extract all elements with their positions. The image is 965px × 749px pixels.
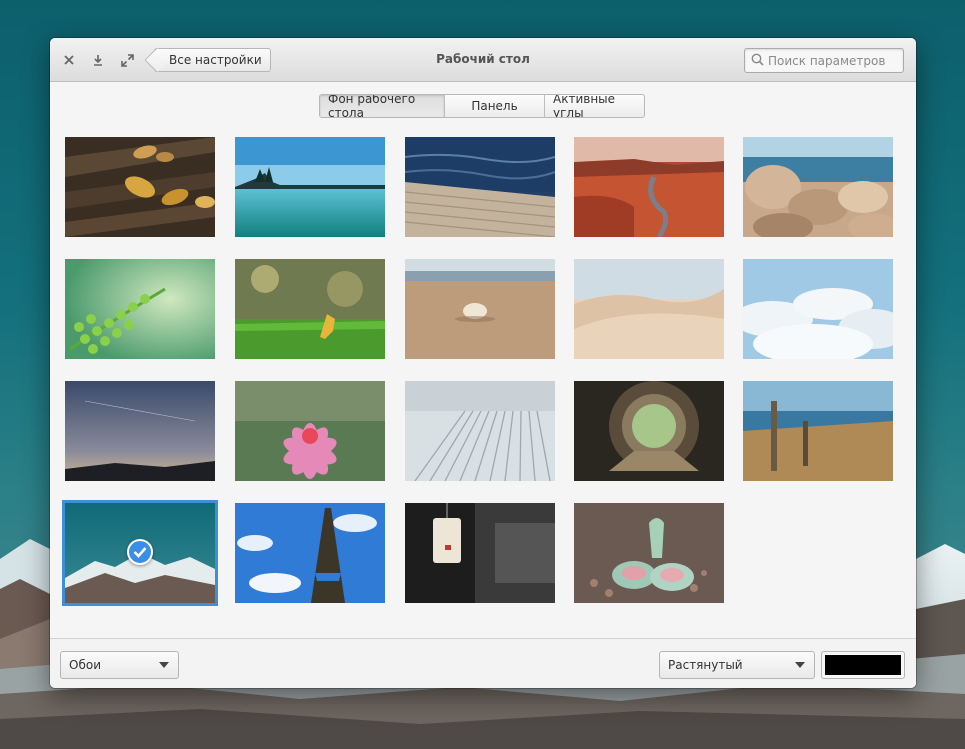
tab-wallpaper[interactable]: Фон рабочего стола <box>320 95 445 117</box>
wallpaper-snowy-mountains[interactable] <box>62 500 218 606</box>
wallpaper-wooden-tunnel[interactable] <box>574 381 724 481</box>
search-icon <box>751 51 764 70</box>
mode-tabs: Фон рабочего стола Панель Активные углы <box>319 94 645 118</box>
wallpaper-source-select[interactable]: Обои <box>60 651 179 679</box>
chevron-down-icon <box>159 662 169 668</box>
wallpaper-metal-grating[interactable] <box>405 381 555 481</box>
wallpaper-succulent-plant[interactable] <box>574 503 724 603</box>
wallpaper-paper-lantern[interactable] <box>405 503 555 603</box>
chevron-down-icon <box>795 662 805 668</box>
wallpaper-dusk-sky[interactable] <box>65 381 215 481</box>
wallpaper-coast-fence-posts[interactable] <box>743 381 893 481</box>
scaling-mode-select[interactable]: Растянутый <box>659 651 815 679</box>
wallpaper-shell-on-sand[interactable] <box>405 259 555 359</box>
wallpaper-coastal-rocks[interactable] <box>743 137 893 237</box>
color-swatch <box>825 655 901 675</box>
wallpaper-red-canyon[interactable] <box>574 137 724 237</box>
tab-hot-corners[interactable]: Активные углы <box>545 95 644 117</box>
wallpaper-autumn-leaves-on-wood[interactable] <box>65 137 215 237</box>
background-color-button[interactable] <box>821 651 905 679</box>
titlebar: Все настройки Рабочий стол <box>50 38 916 82</box>
selected-check-icon <box>127 539 153 565</box>
wallpaper-source-value: Обои <box>69 658 101 672</box>
wallpaper-green-fern[interactable] <box>65 259 215 359</box>
settings-window: Все настройки Рабочий стол Фон рабочего … <box>50 38 916 688</box>
footer-bar: Обои Растянутый <box>50 638 916 688</box>
search-input[interactable] <box>768 53 898 68</box>
wallpaper-clouds-from-above[interactable] <box>743 259 893 359</box>
search-box[interactable] <box>744 48 904 73</box>
wallpaper-wooden-pier-sea[interactable] <box>405 137 555 237</box>
tab-panel[interactable]: Панель <box>445 95 545 117</box>
wallpaper-leaf-on-grass[interactable] <box>235 259 385 359</box>
wallpaper-pink-lotus[interactable] <box>235 381 385 481</box>
wallpaper-eiffel-tower[interactable] <box>235 503 385 603</box>
wallpaper-sand-dunes[interactable] <box>574 259 724 359</box>
wallpaper-turquoise-lake[interactable] <box>235 137 385 237</box>
scaling-mode-value: Растянутый <box>668 658 743 672</box>
